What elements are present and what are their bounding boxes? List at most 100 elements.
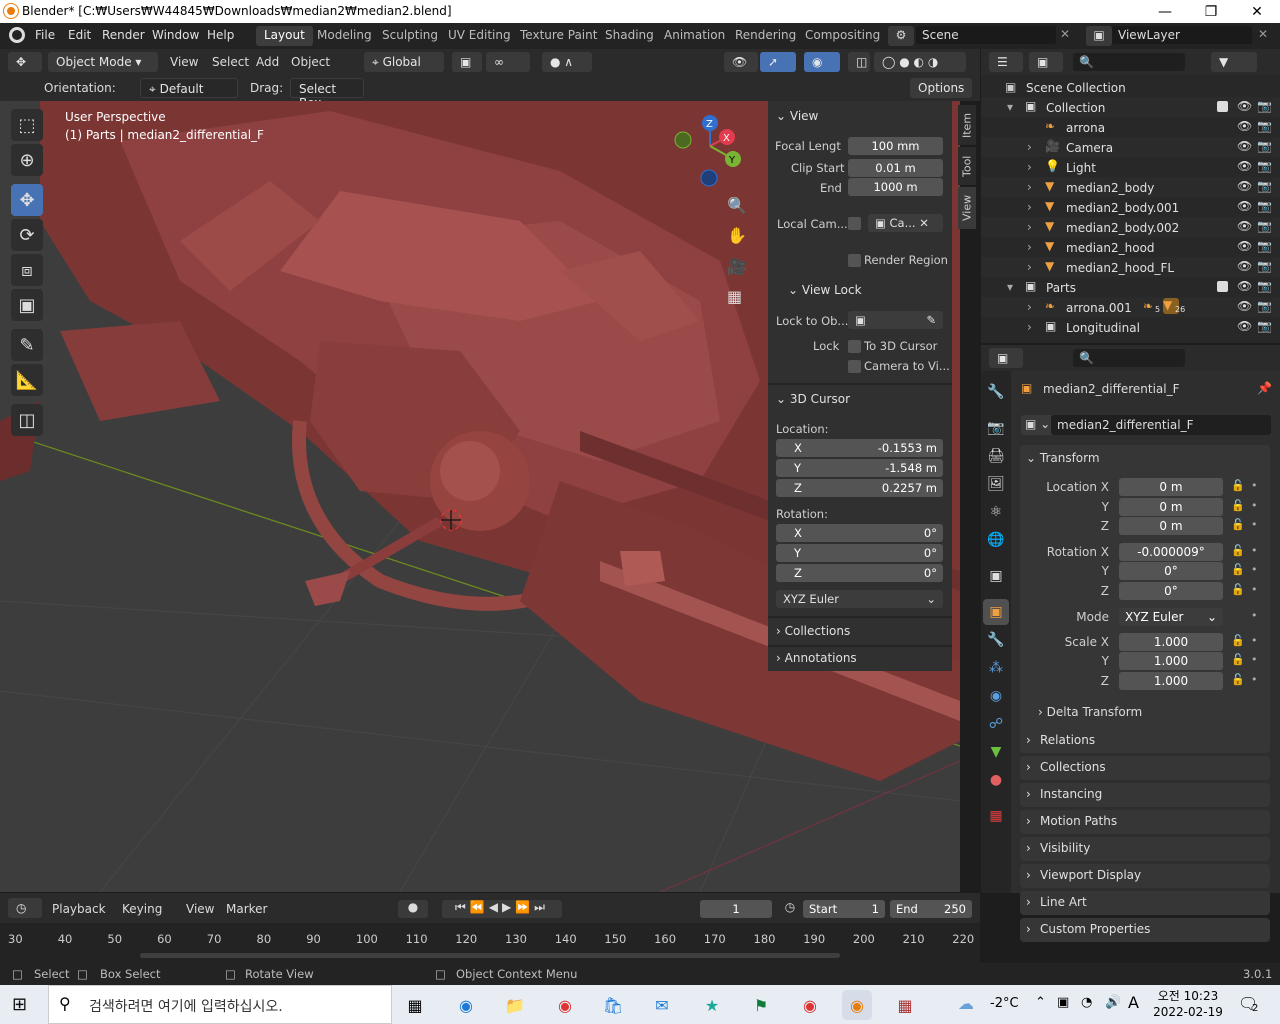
rotation-y-field[interactable]: 0° [1119,562,1223,580]
timeline-menu-playback[interactable]: Playback [52,902,106,916]
tab-animation[interactable]: Animation [656,26,733,46]
rotation-z-field[interactable]: 0° [1119,582,1223,600]
scale-tool-icon[interactable]: ⧈ [11,254,43,286]
keyframe-dot-icon[interactable]: • [1251,634,1258,647]
scale-x-field[interactable]: 1.000 [1119,633,1223,651]
rotate-tool-icon[interactable]: ⟳ [11,219,43,251]
timeline-menu-marker[interactable]: Marker [226,902,267,916]
file-explorer-icon[interactable]: 📁 [500,990,530,1020]
tab-view[interactable]: View [958,187,976,229]
camera-render-icon[interactable]: 📷 [1257,279,1272,293]
xray-icon[interactable]: ◫ [848,52,870,72]
eye-icon[interactable]: 👁 [1237,179,1252,193]
location-x-field[interactable]: 0 m [1119,478,1223,496]
proportional-edit-icon[interactable]: ● ∧ [542,52,592,72]
current-frame-field[interactable]: 1 [700,900,772,918]
viewport-menu-view[interactable]: View [170,55,198,69]
cursor-location-z-field[interactable]: Z 0.2257 m [776,479,943,497]
network-tray-icon[interactable]: ▣ [1057,995,1069,1010]
timeline-scrollbar[interactable] [140,953,840,958]
windows-start-icon[interactable]: ⊞ [12,994,32,1015]
camera-render-icon[interactable]: 📷 [1257,99,1272,113]
eye-icon[interactable]: 👁 [1237,139,1252,153]
close-window-button[interactable]: ✕ [1234,0,1280,23]
location-z-field[interactable]: 0 m [1119,517,1223,535]
expand-arrow-icon[interactable]: › [1027,300,1032,314]
eye-icon[interactable]: 👁 [1237,99,1252,113]
outliner-editor-type-icon[interactable]: ☰ [989,52,1023,72]
camera-render-icon[interactable]: 📷 [1257,319,1272,333]
snap-icon[interactable]: ∞ [486,52,530,72]
section-visibility[interactable]: › Visibility [1020,837,1270,861]
viewport-menu-select[interactable]: Select [212,55,249,69]
store-icon[interactable]: 🛍 [598,990,628,1020]
drag-dropdown[interactable]: Select Box [290,78,364,110]
remove-scene-icon[interactable]: ✕ [1060,27,1070,41]
expand-arrow-icon[interactable]: ▾ [1007,280,1013,294]
cursor-rotation-z-field[interactable]: Z 0° [776,564,943,582]
delta-transform-header[interactable]: › Delta Transform [1038,705,1142,719]
eye-icon[interactable]: 👁 [1237,239,1252,253]
timeline-editor-type-icon[interactable]: ◷ [8,898,42,918]
outliner-row-arrona-001[interactable]: › ❧ arrona.001 👁 📷 ❧ 5 ▼ 26 [981,297,1280,317]
filter-icon[interactable]: ▼ [1211,52,1257,72]
display-mode-icon[interactable]: ▣ [1029,52,1063,72]
expand-arrow-icon[interactable]: › [1027,260,1032,274]
auto-keying-icon[interactable]: ● [398,900,428,918]
modifier-tab-icon[interactable]: 🔧 [983,627,1009,653]
properties-editor-type-icon[interactable]: ▣ [989,348,1023,368]
viewport-menu-add[interactable]: Add [256,55,279,69]
local-camera-checkbox[interactable] [848,217,861,230]
expand-arrow-icon[interactable]: › [1027,140,1032,154]
cursor-location-x-field[interactable]: X -0.1553 m [776,439,943,457]
physics-tab-icon[interactable]: ◉ [983,683,1009,709]
view-layer-icon[interactable]: ▣ [1086,26,1112,46]
menu-window[interactable]: Window [152,28,199,42]
lock-to-object-field[interactable]: ▣ ✎ [848,311,943,329]
outliner-row-median2-body[interactable]: › ▼ median2_body 👁 📷 [981,177,1280,197]
select-box-tool-icon[interactable]: ⬚ [11,109,43,141]
tab-tool[interactable]: Tool [958,147,976,185]
lock-icon[interactable]: 🔓 [1231,518,1245,531]
camera-render-icon[interactable]: 📷 [1257,259,1272,273]
eye-icon[interactable]: 👁 [1237,299,1252,313]
keyframe-dot-icon[interactable]: • [1251,673,1258,686]
visibility-icon[interactable]: 👁 [724,52,758,72]
camera-render-icon[interactable]: 📷 [1257,179,1272,193]
constraints-tab-icon[interactable]: ☍ [983,711,1009,737]
lock-icon[interactable]: 🔓 [1231,499,1245,512]
transform-header[interactable]: ⌄ Transform [1026,451,1100,465]
tool-properties-tab-icon[interactable]: 🔧 [983,379,1009,405]
clock-date[interactable]: 2022-02-19 [1152,1005,1224,1019]
pan-hand-icon[interactable]: ✋ [727,226,747,245]
keyframe-dot-icon[interactable]: • [1251,499,1258,512]
data-tab-icon[interactable]: ▼ [983,739,1009,765]
object-tab-icon[interactable]: ▣ [983,599,1009,625]
outliner-row-parts[interactable]: ▾ ▣ Parts 👁 📷 [981,277,1280,297]
outliner-row-arrona[interactable]: ❧ arrona 👁 📷 [981,117,1280,137]
scene-icon[interactable]: ⚙ [888,26,914,46]
section-collections[interactable]: › Collections [1020,756,1270,780]
zoom-icon[interactable]: 🔍 [727,196,747,215]
tab-shading[interactable]: Shading [597,26,662,46]
taskbar-search-box[interactable]: ⚲ 검색하려면 여기에 입력하십시오. [48,985,392,1024]
camera-render-icon[interactable]: 📷 [1257,139,1272,153]
clip-end-field[interactable]: 1000 m [848,178,943,196]
outliner-row-light[interactable]: › 💡 Light 👁 📷 [981,157,1280,177]
shading-mode-group[interactable]: ◯ ● ◐ ◑ [874,52,966,72]
lock-icon[interactable]: 🔓 [1231,563,1245,576]
chrome-icon[interactable]: ◉ [550,990,580,1020]
ime-indicator[interactable]: A [1128,993,1139,1012]
expand-arrow-icon[interactable]: › [1027,320,1032,334]
clip-start-field[interactable]: 0.01 m [848,159,943,177]
tab-rendering[interactable]: Rendering [727,26,804,46]
output-properties-tab-icon[interactable]: 🖨 [983,443,1009,469]
cursor-tool-icon[interactable]: ⊕ [11,144,43,176]
outliner-row-median2-body-001[interactable]: › ▼ median2_body.001 👁 📷 [981,197,1280,217]
eye-icon[interactable]: 👁 [1237,279,1252,293]
menu-file[interactable]: File [35,28,55,42]
expand-arrow-icon[interactable]: › [1027,220,1032,234]
transform-orientation-dropdown[interactable]: ⌖ Global [364,52,444,72]
camera-render-icon[interactable]: 📷 [1257,239,1272,253]
pin-icon[interactable]: 📌 [1257,381,1272,395]
